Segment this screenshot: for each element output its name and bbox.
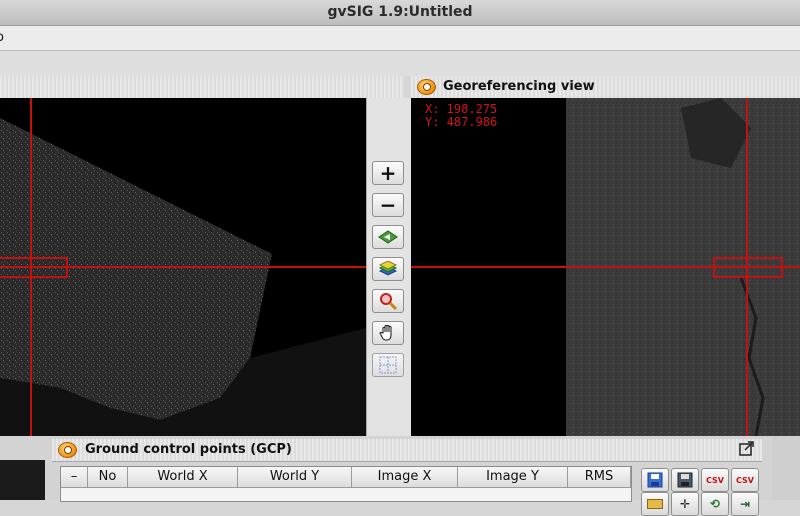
- cursor-coordinates: X: 198.275 Y: 487.986: [425, 103, 497, 129]
- georef-view-header: Georeferencing view: [411, 76, 800, 99]
- grid-button[interactable]: [372, 353, 404, 377]
- save-button[interactable]: [641, 468, 669, 492]
- window-title-bar: gvSIG 1.9:Untitled: [0, 0, 800, 26]
- raster-view[interactable]: [0, 98, 366, 436]
- coord-y: Y: 487.986: [425, 115, 498, 129]
- georeferencing-view[interactable]: X: 198.275 Y: 487.986: [411, 98, 800, 436]
- full-extent-button[interactable]: [372, 225, 404, 249]
- zoom-out-label: −: [379, 193, 397, 217]
- save-as-button[interactable]: [671, 468, 699, 492]
- side-panel-edge: [772, 436, 800, 500]
- zoom-in-label: +: [379, 161, 397, 185]
- layers-icon: [378, 261, 398, 276]
- zoom-in-button[interactable]: +: [372, 161, 404, 185]
- exit-icon: ⇥: [739, 497, 751, 511]
- window-title: gvSIG 1.9:Untitled: [327, 4, 473, 20]
- zoom-out-button[interactable]: −: [372, 193, 404, 217]
- magnifier-icon: [380, 293, 397, 310]
- zoom-selection-box[interactable]: [713, 257, 783, 278]
- column-header-rms[interactable]: RMS: [568, 467, 631, 488]
- export-csv-button[interactable]: CSV: [701, 468, 729, 492]
- menu-bar: o: [0, 26, 800, 51]
- zoom-tool-button[interactable]: [372, 289, 404, 313]
- gcp-panel-title: Ground control points (GCP): [85, 442, 292, 457]
- overview-thumbnail: [0, 460, 45, 500]
- maximize-icon[interactable]: [739, 441, 755, 457]
- hand-icon: [379, 325, 392, 341]
- view-toolbar: + −: [366, 98, 413, 436]
- import-csv-button[interactable]: CSV: [731, 468, 759, 492]
- georef-view-title: Georeferencing view: [443, 79, 595, 94]
- gcp-panel-header: Ground control points (GCP): [52, 439, 762, 462]
- column-header-select[interactable]: –: [61, 467, 88, 488]
- grid-icon: [379, 356, 397, 374]
- export-csv-icon: CSV: [706, 475, 724, 485]
- exit-button[interactable]: ⇥: [731, 492, 759, 516]
- zoom-selection-box[interactable]: [0, 257, 68, 278]
- column-header-world-y[interactable]: World Y: [238, 467, 352, 488]
- open-folder-button[interactable]: [641, 492, 669, 516]
- toolbar-strip: [0, 51, 800, 76]
- pan-button[interactable]: [372, 321, 404, 345]
- save-icon: [647, 472, 663, 488]
- import-csv-icon: CSV: [736, 475, 754, 485]
- center-button[interactable]: ✛: [671, 492, 699, 516]
- column-header-image-y[interactable]: Image Y: [458, 467, 568, 488]
- gcp-table[interactable]: – No World X World Y Image X Image Y RMS: [60, 466, 632, 502]
- save-as-icon: [677, 472, 693, 488]
- refresh-button[interactable]: ⟲: [701, 492, 729, 516]
- refresh-icon: ⟲: [709, 497, 721, 511]
- gvsig-eye-icon: [417, 79, 436, 95]
- center-icon: ✛: [679, 497, 691, 511]
- folder-icon: [647, 499, 663, 509]
- menu-item-partial[interactable]: o: [0, 26, 4, 50]
- full-extent-icon: [378, 230, 398, 244]
- column-header-world-x[interactable]: World X: [128, 467, 238, 488]
- left-view-header: [0, 76, 404, 99]
- gvsig-eye-icon: [58, 442, 77, 458]
- column-header-image-x[interactable]: Image X: [352, 467, 458, 488]
- column-header-no[interactable]: No: [88, 467, 128, 488]
- layers-button[interactable]: [372, 257, 404, 281]
